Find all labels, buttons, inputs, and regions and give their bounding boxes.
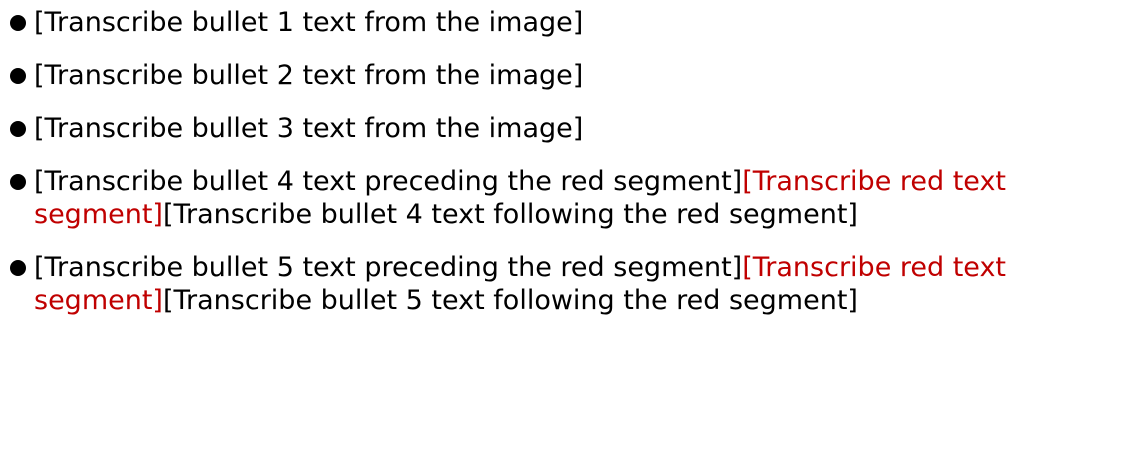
bullet-item-5: [Transcribe bullet 5 text preceding the … xyxy=(8,251,1129,317)
bullet-dot-icon xyxy=(10,15,26,31)
bullet-text-suffix: [Transcribe bullet 4 text following the … xyxy=(162,199,858,230)
bullet-text: [Transcribe bullet 1 text from the image… xyxy=(34,7,584,38)
bullet-dot-icon xyxy=(10,260,26,276)
bullet-text: [Transcribe bullet 2 text from the image… xyxy=(34,60,584,91)
bullet-item-4: [Transcribe bullet 4 text preceding the … xyxy=(8,165,1129,231)
bullet-text-prefix: [Transcribe bullet 4 text preceding the … xyxy=(34,166,743,197)
bullet-dot-icon xyxy=(10,174,26,190)
slide-content: [Transcribe bullet 1 text from the image… xyxy=(0,0,1137,473)
bullet-text: [Transcribe bullet 3 text from the image… xyxy=(34,113,584,144)
bullet-item-2: [Transcribe bullet 2 text from the image… xyxy=(8,59,1129,92)
bullet-text-suffix: [Transcribe bullet 5 text following the … xyxy=(162,285,858,316)
bullet-item-1: [Transcribe bullet 1 text from the image… xyxy=(8,6,1129,39)
bullet-text-prefix: [Transcribe bullet 5 text preceding the … xyxy=(34,252,743,283)
bullet-item-3: [Transcribe bullet 3 text from the image… xyxy=(8,112,1129,145)
bullet-list: [Transcribe bullet 1 text from the image… xyxy=(8,6,1129,317)
bullet-dot-icon xyxy=(10,121,26,137)
bullet-dot-icon xyxy=(10,68,26,84)
